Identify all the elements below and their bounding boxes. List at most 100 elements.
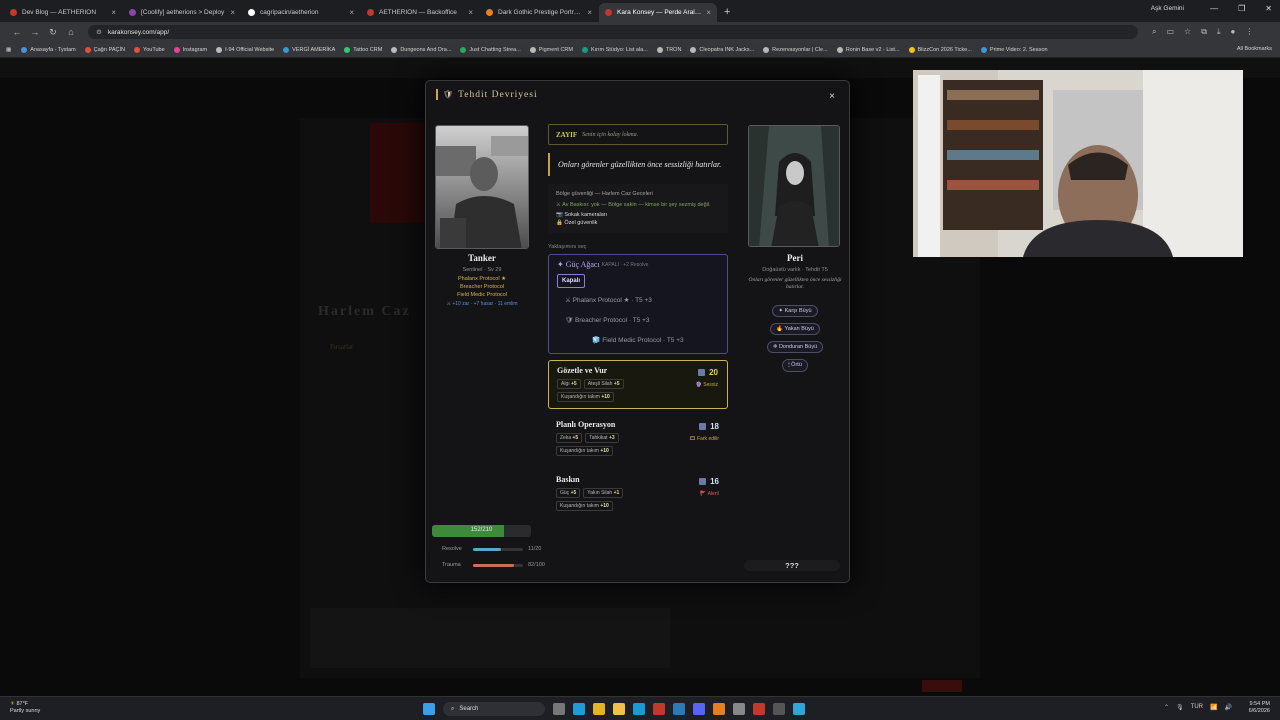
bonus-chip: Zeka +5 <box>556 433 583 443</box>
bookmark-favicon <box>21 46 28 53</box>
edge-icon[interactable] <box>573 703 585 715</box>
security-box: Bölge güvenliği — Harlem Caz Geceleri ⚔ … <box>548 184 728 233</box>
approach-option-selected[interactable]: Gözetle ve Vur Algı +5 Ateşli Silah +5 K… <box>548 360 728 409</box>
close-window-icon[interactable]: ✕ <box>1265 4 1272 13</box>
skype-icon[interactable] <box>633 703 645 715</box>
reload-icon[interactable]: ↻ <box>44 27 62 38</box>
spell-badge: 🔥 Yakan Büyü <box>770 323 820 335</box>
browser-tab[interactable]: cagripacin/aetherion × <box>242 3 360 22</box>
obs-icon[interactable] <box>753 703 765 715</box>
clock[interactable]: 9:54 PM 6/6/2026 <box>1249 701 1270 715</box>
menu-icon[interactable]: ⋮ <box>1245 27 1253 37</box>
bookmark-item[interactable]: Just Chatting Strea... <box>460 46 521 53</box>
skill-tree-item[interactable]: 🛡 Breacher Protocol · T5 +3 <box>557 312 719 328</box>
bookmark-favicon <box>529 46 536 53</box>
close-tab-icon[interactable]: × <box>230 8 235 17</box>
windows-start-icon[interactable] <box>423 703 435 715</box>
bookmark-item[interactable]: I-94 Official Website <box>216 46 274 53</box>
clock-time: 9:54 PM <box>1249 701 1270 707</box>
skill-tree-toggle[interactable]: Kapalı <box>557 274 586 288</box>
close-tab-icon[interactable]: × <box>587 8 592 17</box>
bookmark-item[interactable]: Prime Video: 2. Season <box>980 46 1048 53</box>
tab-favicon <box>605 9 612 16</box>
bookmark-item[interactable]: Çağrı PAÇİN <box>84 46 125 53</box>
security-item: 🔒 Özel güvenlik <box>556 220 598 226</box>
close-tab-icon[interactable]: × <box>349 8 354 17</box>
browser-tab[interactable]: AETHERION — Backoffice × <box>361 3 479 22</box>
bookmark-item[interactable]: Cleopatra INK Jacks... <box>690 46 754 53</box>
new-tab-icon[interactable]: + <box>724 6 730 18</box>
cast-icon[interactable]: ▭ <box>1166 27 1174 37</box>
tray-chevron-icon[interactable]: ⌃ <box>1164 704 1169 711</box>
bookmark-label: YouTube <box>143 46 165 53</box>
bookmark-item[interactable]: TRON <box>656 46 681 53</box>
skill-tree-item[interactable]: ⚔ Phalanx Protocol ★ · T5 +3 <box>557 292 719 308</box>
task-view-icon[interactable] <box>553 703 565 715</box>
bookmark-label: Prime Video: 2. Season <box>989 46 1048 53</box>
bookmark-item[interactable]: Anasayfa - Tystam <box>21 46 76 53</box>
profile-chip[interactable]: Aşk Gemini <box>1151 5 1184 12</box>
player-class: Sentinel · Sv 29 <box>462 267 502 273</box>
site-info-icon[interactable]: ⚙ <box>96 28 102 36</box>
app-icon[interactable] <box>773 703 785 715</box>
close-tab-icon[interactable]: × <box>706 8 711 17</box>
bookmark-item[interactable]: VERGİ AMERİKA <box>283 46 335 53</box>
bookmark-item[interactable]: Rezervasyonlar | Cle... <box>763 46 828 53</box>
system-tray: ⌃ 🎙 TUR 📶 🔊 <box>1164 704 1232 711</box>
extensions-icon[interactable]: ⧉ <box>1201 27 1207 37</box>
bookmark-item[interactable]: Dungeons And Dra... <box>391 46 451 53</box>
bookmark-item[interactable]: Instagram <box>173 46 208 53</box>
skill-tree-header[interactable]: ✦ Güç Ağacı KAPALI · +2 Resolve <box>557 260 719 269</box>
url-input[interactable]: ⚙ karakonsey.com/app/ <box>88 25 1138 39</box>
bookmark-item[interactable]: BlizzCon 2026 Ticke... <box>908 46 972 53</box>
volume-icon[interactable]: 🔊 <box>1225 704 1232 711</box>
zoom-icon[interactable]: ⌕ <box>1152 27 1156 37</box>
approach-bonuses: Algı +5 Ateşli Silah +5 Kuşandığın takım… <box>557 379 677 402</box>
browser-tab[interactable]: [Coolify] aetherions > Deploy × <box>123 3 241 22</box>
app-icon[interactable] <box>713 703 725 715</box>
apps-icon[interactable]: ▦ <box>6 47 11 53</box>
discord-icon[interactable] <box>693 703 705 715</box>
spell-badge: ❄ Donduran Büyü <box>766 341 824 353</box>
app-icon[interactable] <box>653 703 665 715</box>
back-icon[interactable]: ← <box>8 27 26 37</box>
close-tab-icon[interactable]: × <box>111 8 116 17</box>
forward-icon[interactable]: → <box>26 27 44 37</box>
browser-tab[interactable]: Dark Gothic Prestige Portraits × <box>480 3 598 22</box>
skill-tree-item[interactable]: 🧊 Field Medic Protocol · T5 +3 <box>557 332 719 348</box>
weather-widget[interactable]: ☀ 87°F Partly sunny <box>10 701 40 715</box>
minimize-icon[interactable]: — <box>1210 4 1218 13</box>
taskbar-search[interactable]: ⌕ Search <box>443 702 545 716</box>
bookmark-item[interactable]: YouTube <box>134 46 165 53</box>
maximize-icon[interactable]: ❐ <box>1238 4 1245 13</box>
approach-option[interactable]: Planlı Operasyon Zeka +5 Tahkikat +3 Kuş… <box>548 415 728 464</box>
bookmark-item[interactable]: Tattoo CRM <box>344 46 383 53</box>
avatar[interactable]: ● <box>1230 27 1235 37</box>
wifi-icon[interactable]: 📶 <box>1210 704 1217 711</box>
bookmark-label: Instagram <box>182 46 208 53</box>
close-icon[interactable]: × <box>829 91 835 102</box>
background-section: Fırsatlar <box>330 343 354 351</box>
browser-tab-active[interactable]: Kara Konsey — Perde Aralangı × <box>599 3 717 22</box>
all-bookmarks[interactable]: All Bookmarks <box>1237 46 1272 52</box>
downloads-icon[interactable]: ⤓ <box>1217 27 1221 37</box>
bookmark-item[interactable]: Pigment CRM <box>529 46 573 53</box>
language-indicator[interactable]: TUR <box>1191 704 1203 711</box>
bookmark-label: Tattoo CRM <box>353 46 383 53</box>
app-icon[interactable] <box>733 703 745 715</box>
bookmark-item[interactable]: Kırım Stüdyo: List ala... <box>581 46 648 53</box>
app-icon[interactable] <box>793 703 805 715</box>
app-icon[interactable] <box>673 703 685 715</box>
bookmark-star-icon[interactable]: ☆ <box>1184 27 1191 37</box>
home-icon[interactable]: ⌂ <box>62 27 80 37</box>
approach-option[interactable]: Baskın Güç +5 Yakın Silah +1 Kuşandığın … <box>548 470 728 519</box>
chrome-icon[interactable] <box>593 703 605 715</box>
trauma-fill <box>473 563 514 567</box>
browser-tab[interactable]: Dev Blog — AETHERION × <box>4 3 122 22</box>
file-explorer-icon[interactable] <box>613 703 625 715</box>
mic-icon[interactable]: 🎙 <box>1176 704 1184 711</box>
hidden-info-button[interactable]: ??? <box>744 560 840 571</box>
close-tab-icon[interactable]: × <box>468 8 473 17</box>
shield-icon: 🛡 <box>443 90 455 99</box>
bookmark-item[interactable]: Ronin Base v2 - List... <box>836 46 900 53</box>
